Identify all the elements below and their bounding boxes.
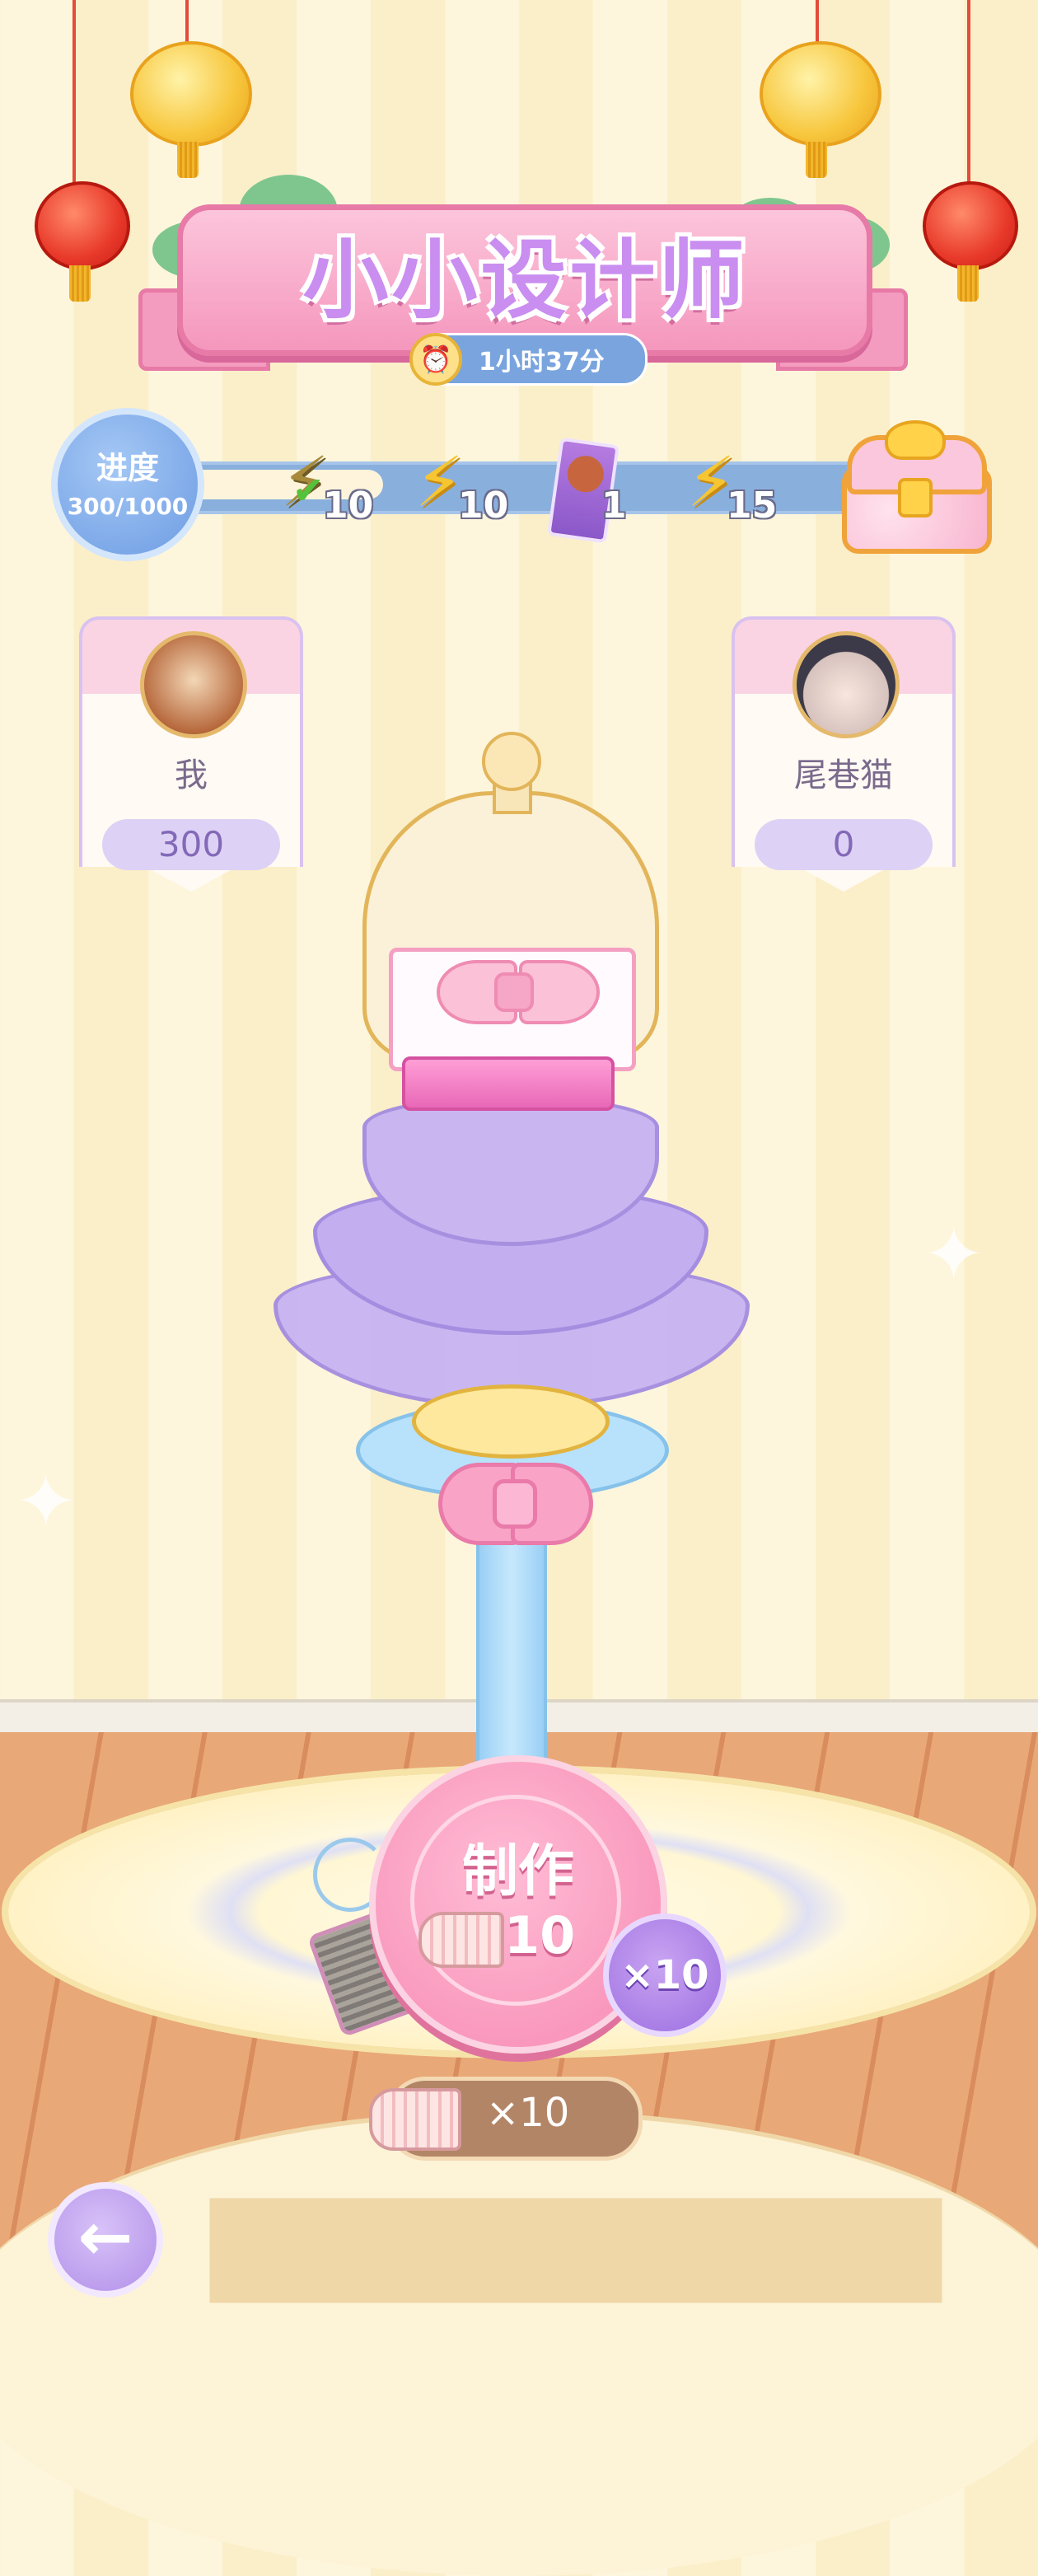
arrow-left-icon: ← (77, 2199, 133, 2275)
progress-value: 300/1000 (67, 493, 189, 520)
lantern-tassel (957, 265, 979, 302)
lantern-string (967, 0, 970, 183)
reward-amount: 1 (601, 485, 627, 527)
player-name: 我 (175, 756, 208, 794)
sparkle-icon: ✦ (923, 1211, 985, 1298)
mannequin-knob (482, 732, 541, 791)
lantern-string (72, 0, 76, 183)
reward-amount: 10 (458, 485, 509, 527)
back-button[interactable]: ← (48, 2182, 163, 2297)
player-score: 0 (755, 819, 933, 870)
stage-platform (0, 2110, 1038, 2576)
fabric-roll-icon (418, 1912, 504, 1968)
dress-waistband (402, 1056, 615, 1111)
yellow-lantern-icon (760, 41, 881, 147)
red-lantern-icon (923, 181, 1018, 270)
event-timer: ⏰ 1小时37分 (409, 333, 648, 386)
player-score: 300 (102, 819, 280, 870)
red-lantern-icon (35, 181, 130, 270)
lantern-tassel (806, 142, 827, 178)
character-avatar (793, 631, 900, 738)
treasure-chest-icon[interactable] (842, 420, 992, 554)
sparkle-icon: ✦ (15, 1459, 77, 1545)
lantern-string (185, 0, 189, 43)
player-card-me[interactable]: 我 300 (79, 616, 303, 909)
fabric-count: ×10 (486, 2090, 570, 2136)
make-button-cost: 10 (504, 1905, 576, 1965)
progress-label: 进度 (96, 450, 159, 486)
player-name: 尾巷猫 (794, 756, 893, 794)
progress-badge: 进度 300/1000 (51, 408, 204, 561)
alarm-clock-icon: ⏰ (409, 333, 462, 386)
yellow-lantern-icon (130, 41, 252, 147)
reward-amount: 15 (727, 485, 778, 527)
stand-bow-knot (493, 1479, 537, 1529)
lantern-tassel (177, 142, 199, 178)
reward-amount: 10 (323, 485, 374, 527)
lantern-tassel (69, 265, 91, 302)
cat-avatar (140, 631, 247, 738)
mannequin-base-plate (412, 1384, 610, 1459)
player-card-opponent[interactable]: 尾巷猫 0 (732, 616, 956, 909)
make-button-label: 制作 (461, 1839, 574, 1904)
lantern-string (816, 0, 819, 43)
dress-bow-knot (494, 972, 534, 1012)
multiplier-button[interactable]: ×10 (603, 1913, 727, 2037)
fabric-roll-icon (369, 2088, 461, 2151)
timer-label: 1小时37分 (479, 348, 605, 377)
page-title: 小小设计师 (302, 230, 748, 330)
